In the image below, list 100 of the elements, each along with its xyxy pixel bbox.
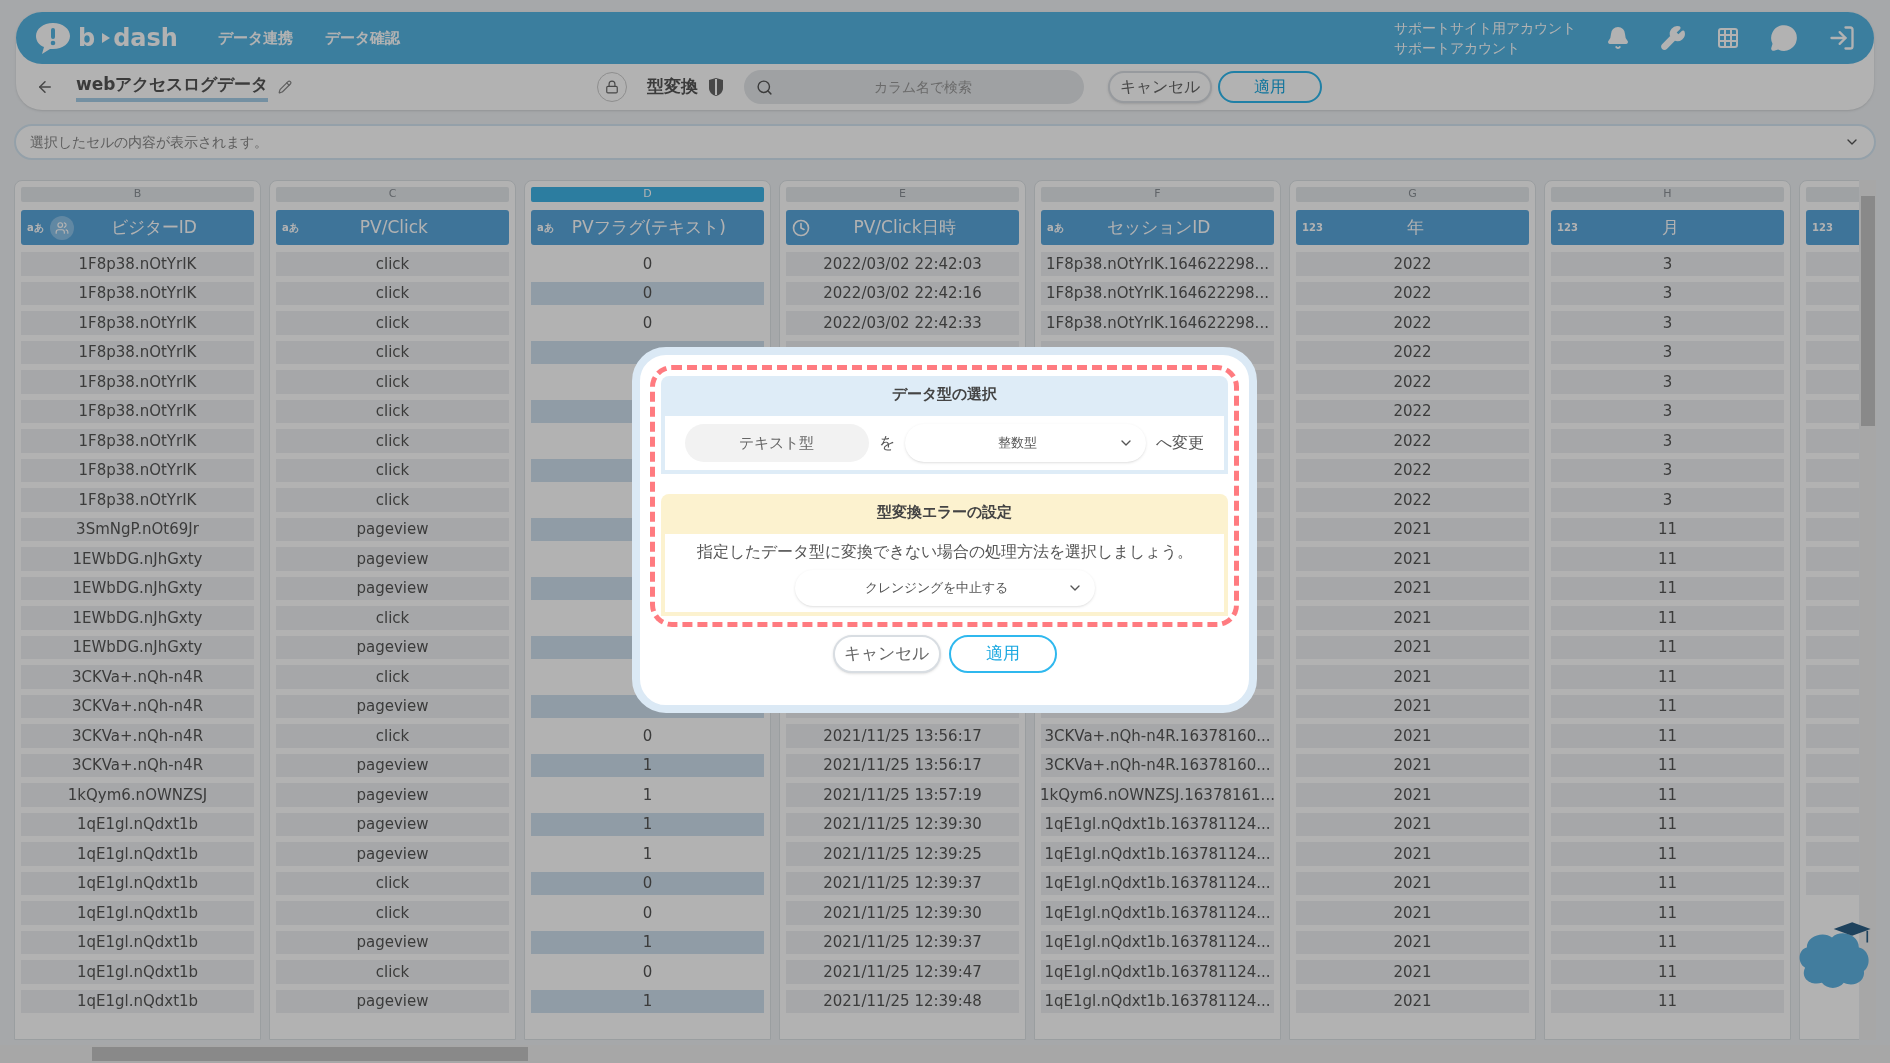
table-cell[interactable]: 1qE1gl.nQdxt1b.163781124...	[1041, 898, 1274, 928]
table-cell[interactable]: 11	[1551, 603, 1784, 633]
table-cell[interactable]: 1EWbDG.nJhGxty	[21, 544, 254, 574]
logo-text: dash	[113, 23, 178, 54]
table-cell[interactable]: 1kQym6.nOWNZSJ.16378161...	[1041, 780, 1274, 810]
table-cell[interactable]: pageview	[276, 780, 509, 810]
table-cell[interactable]: 1qE1gl.nQdxt1b	[21, 839, 254, 869]
table-cell[interactable]: click	[276, 249, 509, 279]
logout-icon[interactable]	[1828, 24, 1856, 52]
table-cell[interactable]: 1kQym6.nOWNZSJ	[21, 780, 254, 810]
table-cell[interactable]: 3CKVa+.nQh-n4R	[21, 721, 254, 751]
type-mark: 123	[1557, 221, 1578, 235]
target-type-select[interactable]: 整数型	[904, 424, 1146, 462]
table-cell[interactable]: 3	[1551, 426, 1784, 456]
error-action-select[interactable]: クレンジングを中止する	[794, 570, 1095, 606]
column-header[interactable]: 123	[1806, 210, 1859, 245]
table-cell[interactable]: 11	[1551, 839, 1784, 869]
table-cell[interactable]: 2021/11/25 13:57:19	[786, 780, 1019, 810]
table-cell[interactable]: 1EWbDG.nJhGxty	[21, 603, 254, 633]
table-cell[interactable]: click	[276, 662, 509, 692]
cancel-button[interactable]: キャンセル	[1108, 71, 1213, 103]
table-cell[interactable]: 1qE1gl.nQdxt1b	[21, 957, 254, 987]
table-cell[interactable]: 1qE1gl.nQdxt1b.163781124...	[1041, 957, 1274, 987]
table-cell[interactable]: 2022/03/02 22:42:33	[786, 308, 1019, 338]
mode-label: 型変換	[647, 75, 699, 99]
table-cell[interactable]: 11	[1551, 957, 1784, 987]
apply-button[interactable]: 適用	[1218, 71, 1323, 103]
column-header[interactable]: aあ PVフラグ(テキスト)	[531, 210, 764, 245]
grid-icon[interactable]	[1716, 26, 1740, 50]
column-header[interactable]: aあ セッションID	[1041, 210, 1274, 245]
table-cell[interactable]: 11	[1551, 544, 1784, 574]
table-cell[interactable]: 2022/03/02 22:42:03	[786, 249, 1019, 279]
table-cell[interactable]: 1F8p38.nOtYrIK	[21, 485, 254, 515]
search-icon	[756, 78, 774, 96]
table-cell[interactable]: click	[276, 898, 509, 928]
table-cell[interactable]: 2021	[1296, 721, 1529, 751]
table-cell[interactable]: 3	[1551, 249, 1784, 279]
table-cell[interactable]: 1qE1gl.nQdxt1b	[21, 898, 254, 928]
table-cell[interactable]: 11	[1551, 780, 1784, 810]
table-cell[interactable]: pageview	[276, 544, 509, 574]
table-cell[interactable]: 2022	[1296, 485, 1529, 515]
column-header[interactable]: aあ PV/Click	[276, 210, 509, 245]
table-cell[interactable]: 2022	[1296, 249, 1529, 279]
edit-icon[interactable]	[278, 80, 293, 94]
table-cell[interactable]: 2021	[1296, 898, 1529, 928]
table-cell[interactable]: 2021/11/25 13:56:17	[786, 721, 1019, 751]
table-cell[interactable]: 1qE1gl.nQdxt1b.163781124...	[1041, 839, 1274, 869]
column-header[interactable]: 123 年	[1296, 210, 1529, 245]
horizontal-scrollbar[interactable]	[0, 1045, 1890, 1063]
table-cell[interactable]: 1F8p38.nOtYrIK	[21, 426, 254, 456]
table-cell[interactable]: click	[276, 485, 509, 515]
table-cell[interactable]: 3CKVa+.nQh-n4R.16378160...	[1041, 721, 1274, 751]
table-cell[interactable]: click	[276, 603, 509, 633]
table-cell[interactable]: 2021	[1296, 662, 1529, 692]
table-cell[interactable]: click	[276, 426, 509, 456]
type-mark: aあ	[537, 221, 554, 235]
table-cell[interactable]: 1F8p38.nOtYrIK.164622298...	[1041, 249, 1274, 279]
logo-icon	[34, 21, 72, 55]
table-cell[interactable]: 2021	[1296, 839, 1529, 869]
bell-icon[interactable]	[1606, 26, 1630, 50]
table-cell[interactable]: click	[276, 367, 509, 397]
table-cell[interactable]: 2021	[1296, 603, 1529, 633]
table-cell[interactable]: 2021/11/25 12:39:25	[786, 839, 1019, 869]
back-icon[interactable]	[36, 78, 54, 96]
table-cell[interactable]: click	[276, 721, 509, 751]
apply-button[interactable]: 適用	[948, 635, 1057, 673]
table-cell[interactable]: pageview	[276, 839, 509, 869]
table-cell[interactable]: 11	[1551, 721, 1784, 751]
table-cell[interactable]: 2022	[1296, 367, 1529, 397]
table-cell[interactable]: 1F8p38.nOtYrIK.164622298...	[1041, 308, 1274, 338]
source-type: テキスト型	[685, 424, 869, 462]
table-cell[interactable]: 2022	[1296, 308, 1529, 338]
table-cell[interactable]: 3CKVa+.nQh-n4R	[21, 662, 254, 692]
table-cell[interactable]: 2021/11/25 12:39:47	[786, 957, 1019, 987]
table-cell[interactable]: 2022	[1296, 426, 1529, 456]
wrench-icon[interactable]	[1660, 25, 1686, 51]
table-cell[interactable]: 2021/11/25 12:39:30	[786, 898, 1019, 928]
table-cell[interactable]: 2021	[1296, 957, 1529, 987]
column-header[interactable]: PV/Click日時	[786, 210, 1019, 245]
table-cell[interactable]: 1F8p38.nOtYrIK	[21, 308, 254, 338]
column-letter-bar[interactable]: G	[1296, 187, 1529, 202]
table-cell[interactable]: 2021	[1296, 780, 1529, 810]
table-cell[interactable]: 2021	[1296, 544, 1529, 574]
type-mark: 123	[1302, 221, 1323, 235]
table-cell[interactable]: click	[276, 308, 509, 338]
table-cell[interactable]: click	[276, 957, 509, 987]
table-cell[interactable]: 11	[1551, 662, 1784, 692]
table-cell[interactable]: 11	[1551, 898, 1784, 928]
column-header[interactable]: 123 月	[1551, 210, 1784, 245]
cell-preview-field[interactable]: 選択したセルの内容が表示されます。	[14, 124, 1876, 160]
dataset-title[interactable]: webアクセスログデータ	[76, 72, 269, 102]
table-cell[interactable]: 3	[1551, 308, 1784, 338]
column-letter-bar[interactable]: C	[276, 187, 509, 202]
table-cell[interactable]: 1F8p38.nOtYrIK	[21, 367, 254, 397]
table-cell[interactable]: 3	[1551, 485, 1784, 515]
chat-icon[interactable]	[1770, 24, 1798, 52]
table-cell[interactable]: 3	[1551, 367, 1784, 397]
column-header[interactable]: aあ ビジターID	[21, 210, 254, 245]
cancel-button[interactable]: キャンセル	[832, 635, 941, 673]
table-cell[interactable]: 1F8p38.nOtYrIK	[21, 249, 254, 279]
